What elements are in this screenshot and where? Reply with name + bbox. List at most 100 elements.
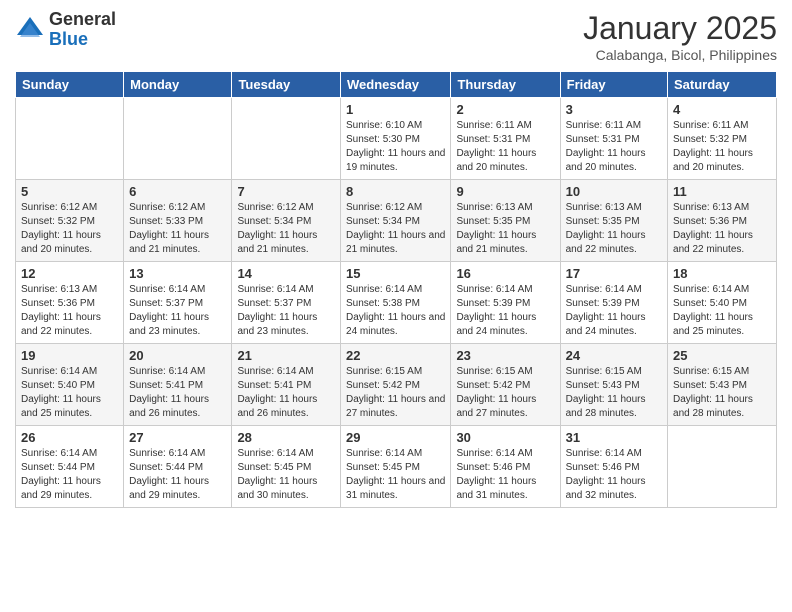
day-number: 13 xyxy=(129,266,226,281)
day-info: Sunrise: 6:13 AM Sunset: 5:35 PM Dayligh… xyxy=(456,201,554,257)
day-info: Sunrise: 6:14 AM Sunset: 5:40 PM Dayligh… xyxy=(673,283,771,339)
day-number: 3 xyxy=(566,102,662,117)
day-number: 21 xyxy=(237,348,335,363)
day-info: Sunrise: 6:11 AM Sunset: 5:32 PM Dayligh… xyxy=(673,119,771,175)
col-friday: Friday xyxy=(560,72,667,98)
day-info: Sunrise: 6:10 AM Sunset: 5:30 PM Dayligh… xyxy=(346,119,445,175)
calendar-cell: 2Sunrise: 6:11 AM Sunset: 5:31 PM Daylig… xyxy=(451,98,560,180)
calendar-cell: 6 Sunrise: 6:12 AM Sunset: 5:33 PM Daylig… xyxy=(124,180,232,262)
day-number: 12 xyxy=(21,266,118,281)
day-info: Sunrise: 6:14 AM Sunset: 5:37 PM Dayligh… xyxy=(129,283,226,339)
day-number: 15 xyxy=(346,266,445,281)
calendar-week-row-2: 12 Sunrise: 6:13 AM Sunset: 5:36 PM Dayli… xyxy=(16,262,777,344)
month-title: January 2025 xyxy=(583,10,777,47)
day-info: Sunrise: 6:14 AM Sunset: 5:44 PM Dayligh… xyxy=(129,447,226,503)
day-number: 16 xyxy=(456,266,554,281)
day-info: Sunrise: 6:12 AM Sunset: 5:34 PM Dayligh… xyxy=(346,201,445,257)
day-info: Sunrise: 6:15 AM Sunset: 5:42 PM Dayligh… xyxy=(456,365,554,421)
calendar-cell: 7 Sunrise: 6:12 AM Sunset: 5:34 PM Daylig… xyxy=(232,180,341,262)
day-number: 31 xyxy=(566,430,662,445)
calendar-cell: 8 Sunrise: 6:12 AM Sunset: 5:34 PM Daylig… xyxy=(341,180,451,262)
logo: General Blue xyxy=(15,10,116,50)
day-info: Sunrise: 6:12 AM Sunset: 5:34 PM Dayligh… xyxy=(237,201,335,257)
day-info: Sunrise: 6:13 AM Sunset: 5:35 PM Dayligh… xyxy=(566,201,662,257)
calendar-cell: 4Sunrise: 6:11 AM Sunset: 5:32 PM Daylig… xyxy=(668,98,777,180)
day-info: Sunrise: 6:13 AM Sunset: 5:36 PM Dayligh… xyxy=(21,283,118,339)
col-monday: Monday xyxy=(124,72,232,98)
calendar-week-row-3: 19 Sunrise: 6:14 AM Sunset: 5:40 PM Dayli… xyxy=(16,344,777,426)
calendar-week-row-4: 26Sunrise: 6:14 AM Sunset: 5:44 PM Dayli… xyxy=(16,426,777,508)
calendar-cell: 27 Sunrise: 6:14 AM Sunset: 5:44 PM Dayli… xyxy=(124,426,232,508)
calendar-cell: 22Sunrise: 6:15 AM Sunset: 5:42 PM Dayli… xyxy=(341,344,451,426)
calendar-cell xyxy=(124,98,232,180)
logo-general-text: General xyxy=(49,10,116,30)
calendar-cell: 23 Sunrise: 6:15 AM Sunset: 5:42 PM Dayli… xyxy=(451,344,560,426)
col-wednesday: Wednesday xyxy=(341,72,451,98)
calendar-cell: 25 Sunrise: 6:15 AM Sunset: 5:43 PM Dayli… xyxy=(668,344,777,426)
day-number: 28 xyxy=(237,430,335,445)
col-saturday: Saturday xyxy=(668,72,777,98)
calendar-cell: 30Sunrise: 6:14 AM Sunset: 5:46 PM Dayli… xyxy=(451,426,560,508)
col-thursday: Thursday xyxy=(451,72,560,98)
logo-text: General Blue xyxy=(49,10,116,50)
day-number: 5 xyxy=(21,184,118,199)
calendar-cell: 15Sunrise: 6:14 AM Sunset: 5:38 PM Dayli… xyxy=(341,262,451,344)
calendar-cell: 18 Sunrise: 6:14 AM Sunset: 5:40 PM Dayli… xyxy=(668,262,777,344)
day-info: Sunrise: 6:14 AM Sunset: 5:37 PM Dayligh… xyxy=(237,283,335,339)
day-number: 10 xyxy=(566,184,662,199)
location-subtitle: Calabanga, Bicol, Philippines xyxy=(583,47,777,63)
calendar-table: Sunday Monday Tuesday Wednesday Thursday… xyxy=(15,71,777,508)
calendar-cell: 24Sunrise: 6:15 AM Sunset: 5:43 PM Dayli… xyxy=(560,344,667,426)
calendar-cell: 31Sunrise: 6:14 AM Sunset: 5:46 PM Dayli… xyxy=(560,426,667,508)
calendar-cell: 29Sunrise: 6:14 AM Sunset: 5:45 PM Dayli… xyxy=(341,426,451,508)
calendar-header-row: Sunday Monday Tuesday Wednesday Thursday… xyxy=(16,72,777,98)
day-number: 27 xyxy=(129,430,226,445)
page: General Blue January 2025 Calabanga, Bic… xyxy=(0,0,792,612)
day-number: 18 xyxy=(673,266,771,281)
day-number: 8 xyxy=(346,184,445,199)
day-number: 24 xyxy=(566,348,662,363)
calendar-cell: 10 Sunrise: 6:13 AM Sunset: 5:35 PM Dayli… xyxy=(560,180,667,262)
calendar-week-row-1: 5 Sunrise: 6:12 AM Sunset: 5:32 PM Daylig… xyxy=(16,180,777,262)
calendar-cell: 5 Sunrise: 6:12 AM Sunset: 5:32 PM Daylig… xyxy=(16,180,124,262)
calendar-cell: 17Sunrise: 6:14 AM Sunset: 5:39 PM Dayli… xyxy=(560,262,667,344)
day-info: Sunrise: 6:14 AM Sunset: 5:41 PM Dayligh… xyxy=(129,365,226,421)
col-tuesday: Tuesday xyxy=(232,72,341,98)
calendar-cell: 16Sunrise: 6:14 AM Sunset: 5:39 PM Dayli… xyxy=(451,262,560,344)
day-number: 11 xyxy=(673,184,771,199)
day-info: Sunrise: 6:12 AM Sunset: 5:33 PM Dayligh… xyxy=(129,201,226,257)
calendar-cell xyxy=(668,426,777,508)
col-sunday: Sunday xyxy=(16,72,124,98)
day-number: 9 xyxy=(456,184,554,199)
day-number: 23 xyxy=(456,348,554,363)
day-number: 14 xyxy=(237,266,335,281)
day-number: 20 xyxy=(129,348,226,363)
logo-blue-text: Blue xyxy=(49,30,116,50)
calendar-cell: 26Sunrise: 6:14 AM Sunset: 5:44 PM Dayli… xyxy=(16,426,124,508)
day-number: 30 xyxy=(456,430,554,445)
day-info: Sunrise: 6:11 AM Sunset: 5:31 PM Dayligh… xyxy=(566,119,662,175)
day-info: Sunrise: 6:15 AM Sunset: 5:43 PM Dayligh… xyxy=(673,365,771,421)
day-info: Sunrise: 6:14 AM Sunset: 5:39 PM Dayligh… xyxy=(566,283,662,339)
day-info: Sunrise: 6:12 AM Sunset: 5:32 PM Dayligh… xyxy=(21,201,118,257)
calendar-cell: 3 Sunrise: 6:11 AM Sunset: 5:31 PM Daylig… xyxy=(560,98,667,180)
day-number: 7 xyxy=(237,184,335,199)
day-info: Sunrise: 6:14 AM Sunset: 5:45 PM Dayligh… xyxy=(237,447,335,503)
day-info: Sunrise: 6:13 AM Sunset: 5:36 PM Dayligh… xyxy=(673,201,771,257)
header: General Blue January 2025 Calabanga, Bic… xyxy=(15,10,777,63)
day-info: Sunrise: 6:14 AM Sunset: 5:45 PM Dayligh… xyxy=(346,447,445,503)
calendar-cell: 14 Sunrise: 6:14 AM Sunset: 5:37 PM Dayli… xyxy=(232,262,341,344)
day-number: 1 xyxy=(346,102,445,117)
day-number: 25 xyxy=(673,348,771,363)
calendar-cell: 12 Sunrise: 6:13 AM Sunset: 5:36 PM Dayli… xyxy=(16,262,124,344)
calendar-cell: 1 Sunrise: 6:10 AM Sunset: 5:30 PM Daylig… xyxy=(341,98,451,180)
day-info: Sunrise: 6:15 AM Sunset: 5:42 PM Dayligh… xyxy=(346,365,445,421)
calendar-cell: 20 Sunrise: 6:14 AM Sunset: 5:41 PM Dayli… xyxy=(124,344,232,426)
day-number: 6 xyxy=(129,184,226,199)
calendar-week-row-0: 1 Sunrise: 6:10 AM Sunset: 5:30 PM Daylig… xyxy=(16,98,777,180)
logo-icon xyxy=(15,15,45,45)
day-info: Sunrise: 6:14 AM Sunset: 5:40 PM Dayligh… xyxy=(21,365,118,421)
day-number: 19 xyxy=(21,348,118,363)
calendar-cell xyxy=(16,98,124,180)
title-area: January 2025 Calabanga, Bicol, Philippin… xyxy=(583,10,777,63)
